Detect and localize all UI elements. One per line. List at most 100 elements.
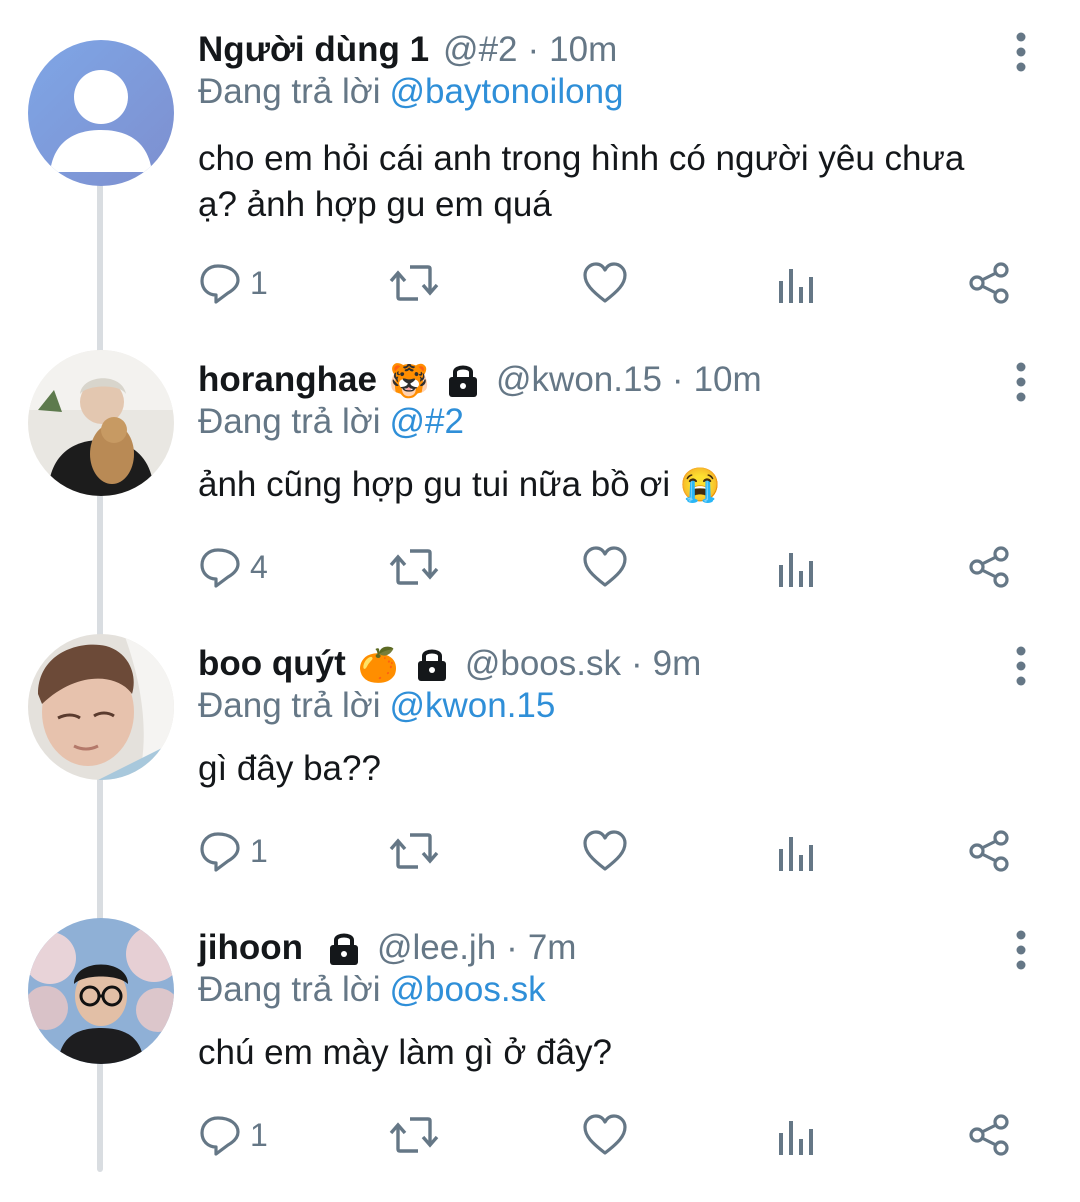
action-bar: 1 xyxy=(198,1110,1028,1160)
reply-button[interactable]: 1 xyxy=(198,1110,268,1160)
analytics-button[interactable] xyxy=(776,1110,816,1160)
share-icon xyxy=(968,1113,1012,1157)
reply-button[interactable]: 1 xyxy=(198,826,268,876)
tweet-header: jihoon @lee.jh · 7m xyxy=(198,918,576,978)
reply-count: 1 xyxy=(250,832,268,869)
user-handle[interactable]: @#2 xyxy=(443,30,517,70)
analytics-button[interactable] xyxy=(776,826,816,876)
like-button[interactable] xyxy=(582,1110,628,1160)
avatar[interactable] xyxy=(28,40,174,186)
like-icon xyxy=(582,829,628,873)
default-avatar-icon xyxy=(28,40,174,186)
photo-avatar-face-icon xyxy=(28,634,174,780)
tweet-text: gì đây ba?? xyxy=(198,746,988,792)
photo-avatar-glasses-icon xyxy=(28,918,174,1064)
user-handle[interactable]: @kwon.15 xyxy=(496,360,662,400)
tweet-text: cho em hỏi cái anh trong hình có người y… xyxy=(198,136,988,228)
tweet-header: Người dùng 1 @#2 · 10m xyxy=(198,20,617,80)
tweet-text-body: ảnh cũng hợp gu tui nữa bồ ơi xyxy=(198,465,671,504)
tweet-header: horanghae 🐯 @kwon.15 · 10m xyxy=(198,350,762,410)
share-button[interactable] xyxy=(968,826,1012,876)
retweet-button[interactable] xyxy=(388,542,440,592)
retweet-button[interactable] xyxy=(388,258,440,308)
reply-to-link[interactable]: @#2 xyxy=(389,402,463,441)
display-name[interactable]: boo quýt xyxy=(198,644,346,684)
tweet-text-body: chú em mày làm gì ở đây? xyxy=(198,1033,612,1072)
reply-prefix: Đang trả lời xyxy=(198,686,381,725)
replying-to: Đang trả lời @kwon.15 xyxy=(198,686,555,726)
avatar[interactable] xyxy=(28,350,174,496)
tangerine-emoji: 🍊 xyxy=(357,645,399,683)
crying-emoji: 😭 xyxy=(679,466,721,503)
retweet-button[interactable] xyxy=(388,826,440,876)
like-button[interactable] xyxy=(582,826,628,876)
share-button[interactable] xyxy=(968,258,1012,308)
timestamp: 9m xyxy=(652,644,702,683)
tweet-text-body: cho em hỏi cái anh trong hình có người y… xyxy=(198,139,965,224)
reply-button[interactable]: 1 xyxy=(198,258,268,308)
replying-to: Đang trả lời @#2 xyxy=(198,402,464,442)
tweet[interactable]: boo quýt 🍊 @boos.sk · 9m Đang trả lời @kw… xyxy=(0,634,1080,918)
more-options-icon[interactable] xyxy=(1008,360,1034,404)
like-icon xyxy=(582,1113,628,1157)
retweet-icon xyxy=(388,829,440,873)
timestamp: 10m xyxy=(549,30,618,69)
analytics-icon xyxy=(776,1113,816,1157)
reply-prefix: Đang trả lời xyxy=(198,402,381,441)
analytics-icon xyxy=(776,545,816,589)
analytics-icon xyxy=(776,261,816,305)
display-name[interactable]: horanghae xyxy=(198,360,377,400)
reply-icon xyxy=(198,261,242,305)
more-options-icon[interactable] xyxy=(1008,928,1034,972)
separator-dot: · xyxy=(527,30,540,69)
retweet-button[interactable] xyxy=(388,1110,440,1160)
like-button[interactable] xyxy=(582,542,628,592)
tweet[interactable]: horanghae 🐯 @kwon.15 · 10m Đang trả lời @… xyxy=(0,350,1080,634)
reply-to-link[interactable]: @boos.sk xyxy=(389,970,545,1009)
like-button[interactable] xyxy=(582,258,628,308)
like-icon xyxy=(582,261,628,305)
share-button[interactable] xyxy=(968,542,1012,592)
tweet[interactable]: jihoon @lee.jh · 7m Đang trả lời @boos.sk… xyxy=(0,918,1080,1202)
reply-count: 1 xyxy=(250,1116,268,1153)
avatar[interactable] xyxy=(28,634,174,780)
retweet-icon xyxy=(388,261,440,305)
reply-button[interactable]: 4 xyxy=(198,542,268,592)
analytics-button[interactable] xyxy=(776,258,816,308)
analytics-button[interactable] xyxy=(776,542,816,592)
action-bar: 4 xyxy=(198,542,1028,592)
reply-icon xyxy=(198,545,242,589)
reply-to-link[interactable]: @kwon.15 xyxy=(389,686,555,725)
share-icon xyxy=(968,261,1012,305)
share-icon xyxy=(968,545,1012,589)
share-button[interactable] xyxy=(968,1110,1012,1160)
replying-to: Đang trả lời @baytonoilong xyxy=(198,72,624,112)
timestamp: 7m xyxy=(527,928,577,967)
user-handle[interactable]: @lee.jh xyxy=(377,928,496,968)
action-bar: 1 xyxy=(198,826,1028,876)
action-bar: 1 xyxy=(198,258,1028,308)
display-name[interactable]: Người dùng 1 xyxy=(198,30,429,70)
avatar[interactable] xyxy=(28,918,174,1064)
reply-icon xyxy=(198,1113,242,1157)
reply-icon xyxy=(198,829,242,873)
share-icon xyxy=(968,829,1012,873)
reply-prefix: Đang trả lời xyxy=(198,72,381,111)
display-name[interactable]: jihoon xyxy=(198,928,303,968)
retweet-icon xyxy=(388,545,440,589)
like-icon xyxy=(582,545,628,589)
user-handle[interactable]: @boos.sk xyxy=(465,644,621,684)
timestamp: 10m xyxy=(693,360,762,399)
more-options-icon[interactable] xyxy=(1008,644,1034,688)
tweet-text: ảnh cũng hợp gu tui nữa bồ ơi 😭 xyxy=(198,462,988,508)
separator-dot: · xyxy=(506,928,518,967)
tiger-emoji: 🐯 xyxy=(388,361,431,399)
reply-to-link[interactable]: @baytonoilong xyxy=(389,72,623,111)
lock-icon xyxy=(444,362,482,398)
more-options-icon[interactable] xyxy=(1008,30,1034,74)
lock-icon xyxy=(325,930,363,966)
separator-dot: · xyxy=(631,644,643,683)
reply-prefix: Đang trả lời xyxy=(198,970,381,1009)
separator-dot: · xyxy=(671,360,684,399)
tweet[interactable]: Người dùng 1 @#2 · 10m Đang trả lời @bayt… xyxy=(0,20,1080,304)
